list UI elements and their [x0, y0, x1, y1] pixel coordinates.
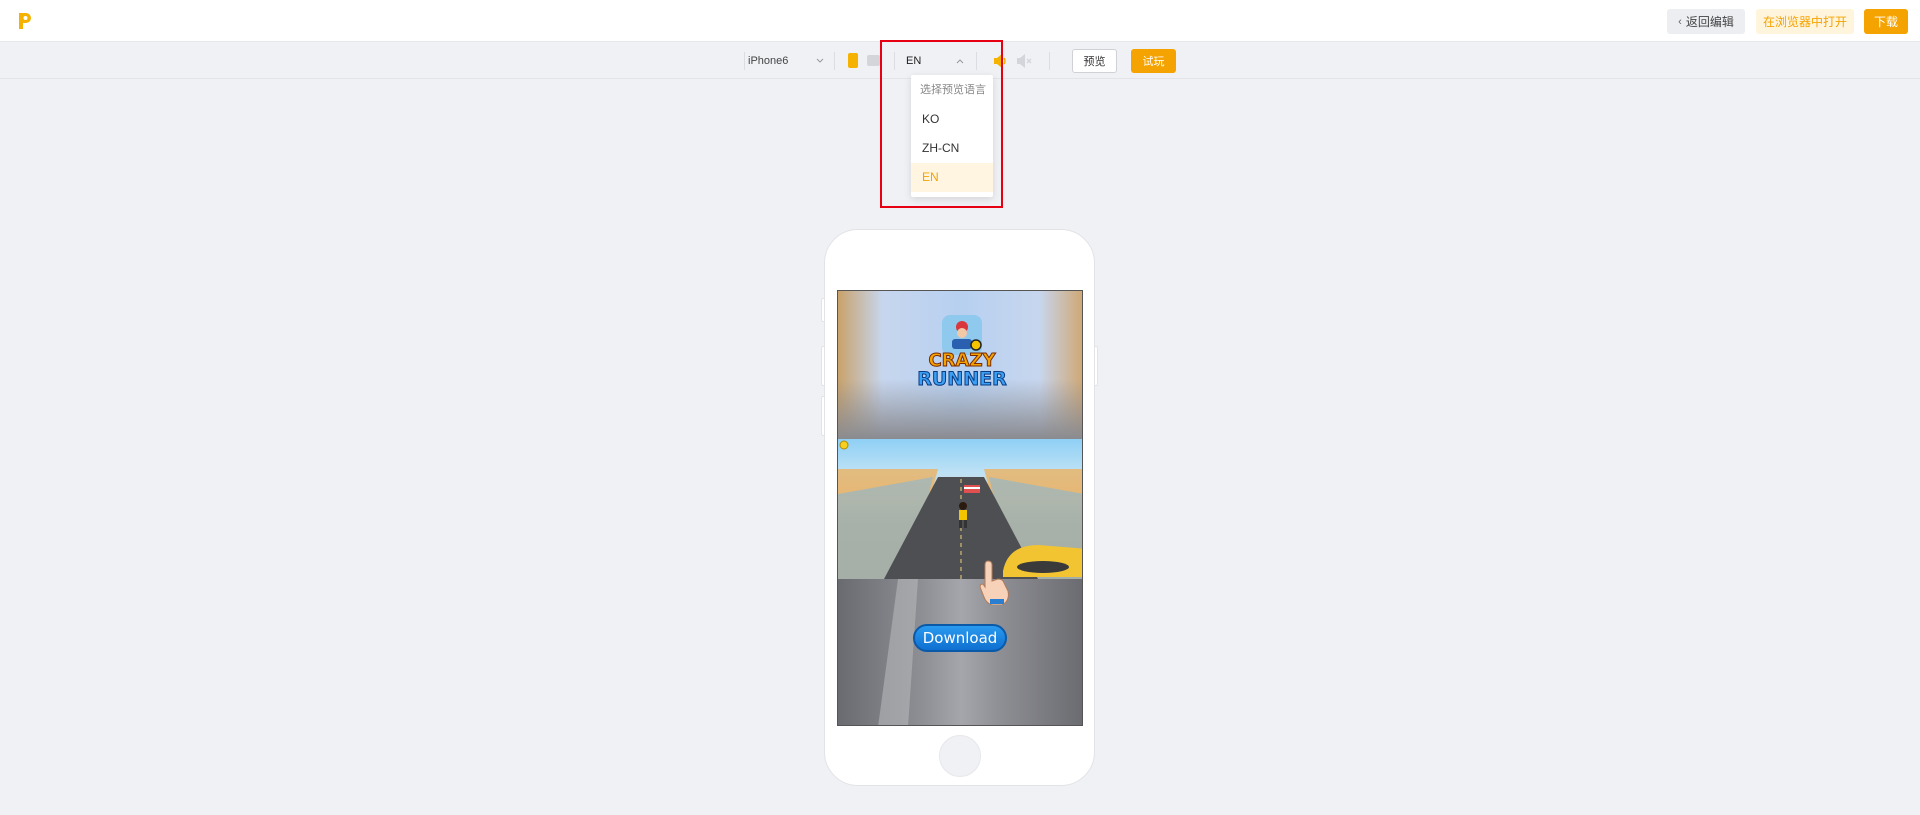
phone-volume-up: [821, 346, 825, 386]
device-select[interactable]: iPhone6: [748, 51, 824, 71]
divider: [744, 52, 745, 70]
phone-home-button: [939, 735, 981, 777]
play-button[interactable]: 试玩: [1131, 49, 1176, 73]
phone-mute-switch: [821, 298, 825, 322]
divider: [834, 52, 835, 70]
back-to-edit-button[interactable]: ‹ 返回编辑: [1667, 9, 1745, 34]
open-in-browser-label: 在浏览器中打开: [1762, 15, 1847, 29]
preview-button[interactable]: 预览: [1072, 49, 1117, 73]
tap-hand-icon: [979, 560, 1009, 605]
download-button[interactable]: 下载: [1864, 9, 1908, 34]
portrait-orientation-icon[interactable]: [848, 53, 858, 68]
language-dropdown: 选择预览语言 KO ZH-CN EN: [911, 75, 993, 197]
device-select-value: iPhone6: [748, 55, 789, 67]
runner-character-icon: [959, 502, 967, 528]
top-bar: ‹ 返回编辑 在浏览器中打开 下载: [0, 0, 1920, 42]
divider: [1049, 52, 1050, 70]
preview-label: 预览: [1083, 56, 1106, 68]
phone-volume-down: [821, 396, 825, 436]
language-dropdown-header: 选择预览语言: [920, 84, 986, 96]
ad-preview-screen[interactable]: CRAZY RUNNER Download: [837, 290, 1083, 726]
sound-off-icon[interactable]: [1015, 53, 1033, 69]
phone-power-button: [1094, 346, 1098, 386]
ad-download-cta-button[interactable]: Download: [913, 624, 1007, 652]
download-label: 下载: [1873, 15, 1898, 29]
brand-logo-icon[interactable]: [16, 11, 34, 31]
ad-scene-bottom: [838, 579, 1082, 725]
open-in-browser-button[interactable]: 在浏览器中打开: [1756, 9, 1854, 34]
play-label: 试玩: [1142, 56, 1165, 68]
back-to-edit-label: 返回编辑: [1685, 15, 1734, 29]
game-title-line2: RUNNER: [917, 368, 1007, 390]
blurred-road-graphic: [878, 579, 918, 725]
chevron-left-icon: ‹: [1678, 15, 1682, 28]
chevron-down-icon: [816, 58, 824, 63]
language-option-ko[interactable]: KO: [911, 105, 993, 134]
game-title: CRAZY RUNNER: [906, 351, 1018, 390]
language-option-en[interactable]: EN: [911, 163, 993, 192]
ad-download-cta-label: Download: [922, 629, 998, 647]
language-option-zh-cn[interactable]: ZH-CN: [911, 134, 993, 163]
landscape-orientation-icon[interactable]: [867, 55, 880, 66]
phone-mockup: CRAZY RUNNER Download: [821, 229, 1098, 786]
